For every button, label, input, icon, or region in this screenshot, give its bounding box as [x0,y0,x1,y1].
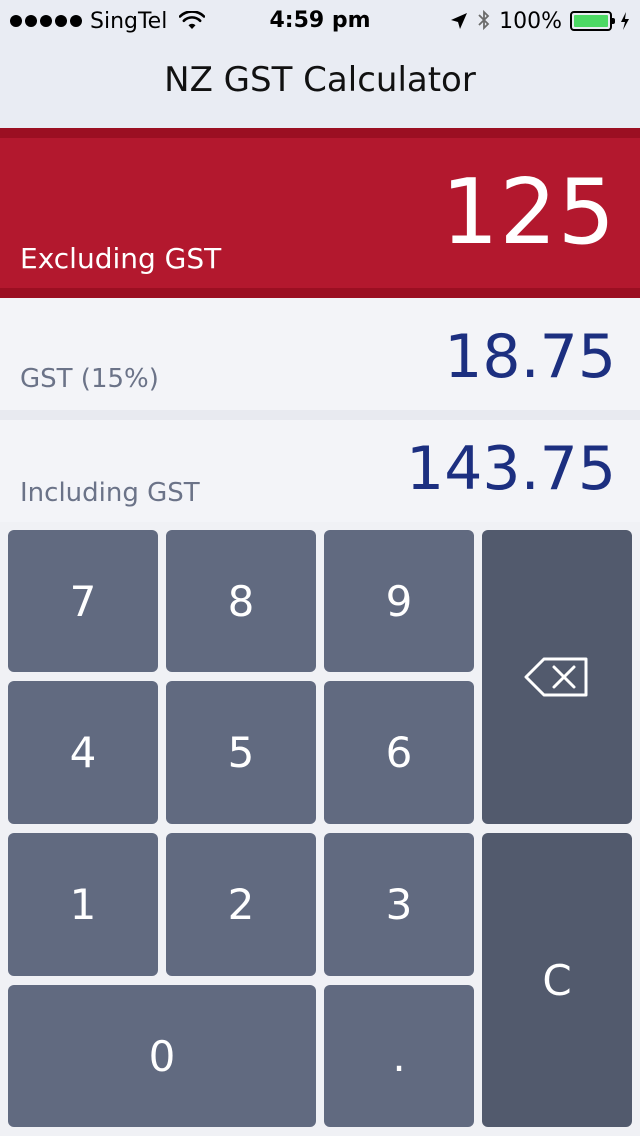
excluding-gst-label: Excluding GST [20,242,222,275]
including-gst-row[interactable]: 143.75 Including GST [0,420,640,522]
key-1[interactable]: 1 [8,833,158,976]
key-8[interactable]: 8 [166,530,316,672]
key-6[interactable]: 6 [324,681,474,824]
key-3[interactable]: 3 [324,833,474,976]
excluding-gst-value: 125 [441,160,616,265]
gst-value: 18.75 [444,322,616,392]
battery-fill [574,15,608,27]
app-header: SingTel 4:59 pm 100% NZ GST Calculator [0,0,640,128]
gst-row[interactable]: 18.75 GST (15%) [0,298,640,410]
including-gst-value: 143.75 [406,434,616,504]
status-right: 100% [449,8,630,34]
excluding-gst-panel[interactable]: 125 Excluding GST [0,128,640,298]
page-title: NZ GST Calculator [164,60,476,100]
key-decimal[interactable]: . [324,985,474,1127]
key-4[interactable]: 4 [8,681,158,824]
key-9[interactable]: 9 [324,530,474,672]
battery-icon [570,11,615,31]
key-5[interactable]: 5 [166,681,316,824]
key-2[interactable]: 2 [166,833,316,976]
including-gst-label: Including GST [20,478,200,508]
row-divider [0,410,640,420]
status-bar: SingTel 4:59 pm 100% [0,0,640,40]
bluetooth-icon [478,9,490,31]
backspace-button[interactable] [482,530,632,824]
clear-button[interactable]: C [482,833,632,1127]
battery-percent: 100% [499,8,562,34]
charging-bolt-icon [621,12,629,30]
backspace-icon [524,657,588,697]
gst-label: GST (15%) [20,364,159,394]
key-7[interactable]: 7 [8,530,158,672]
location-arrow-icon [451,13,468,29]
keypad: 7 8 9 4 5 6 1 2 3 0 . C [0,522,640,1136]
key-0[interactable]: 0 [8,985,316,1127]
